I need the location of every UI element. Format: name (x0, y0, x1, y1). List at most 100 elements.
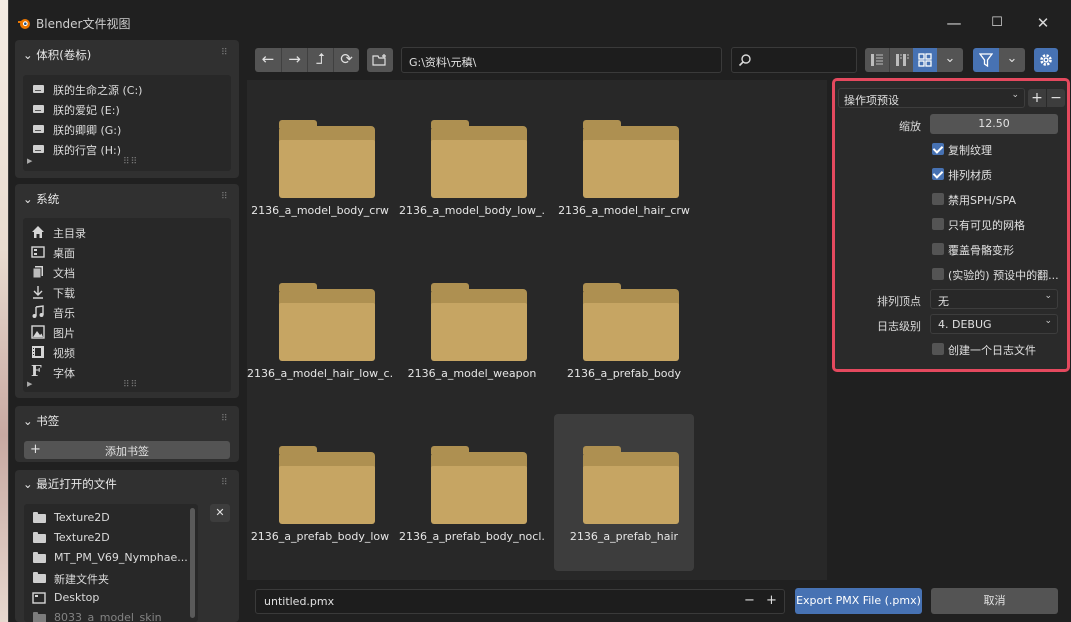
volume-item-g[interactable]: 朕的卿卿 (G:) (23, 119, 231, 139)
refresh-button[interactable]: ⟳ (333, 48, 359, 72)
panel-grip-icon[interactable]: ⠿ (221, 414, 229, 424)
options-toggle-button[interactable] (1034, 48, 1058, 72)
close-button[interactable]: ✕ (1033, 14, 1053, 32)
volume-item-e[interactable]: 朕的爱妃 (E:) (23, 99, 231, 119)
new-folder-button[interactable] (367, 48, 393, 72)
visible-meshes-only-checkbox[interactable] (932, 218, 944, 230)
chevron-down-icon: ⌄ (944, 51, 956, 66)
file-tile[interactable]: 2136_a_model_body_low_... (399, 88, 545, 245)
new-folder-icon (372, 54, 386, 66)
system-item-label: 文档 (53, 267, 75, 280)
recent-item[interactable]: Desktop (24, 588, 198, 608)
display-settings-dropdown[interactable]: ⌄ (937, 48, 963, 72)
system-header[interactable]: ⌄ 系统 (23, 191, 59, 207)
grid-icon (918, 53, 932, 67)
sort-materials-checkbox[interactable] (932, 168, 944, 180)
file-tile[interactable]: 2136_a_prefab_body_nocl... (399, 414, 545, 571)
expand-arrow-icon[interactable]: ▶ (27, 380, 32, 388)
panel-grip-icon[interactable]: ⠿ (221, 478, 229, 488)
filter-settings-dropdown[interactable]: ⌄ (999, 48, 1025, 72)
recent-scrollbar[interactable] (190, 508, 195, 618)
file-tile[interactable]: 2136_a_prefab_body (554, 251, 694, 408)
system-item-videos[interactable]: 视频 (23, 342, 231, 362)
decrement-button[interactable]: − (744, 593, 755, 608)
filename-input[interactable]: untitled.pmx − + (255, 589, 785, 614)
log-level-dropdown[interactable]: 4. DEBUG ⌄ (930, 314, 1058, 334)
remove-preset-button[interactable]: − (1047, 89, 1065, 107)
recent-header[interactable]: ⌄ 最近打开的文件 (23, 476, 117, 492)
forward-button[interactable]: → (281, 48, 307, 72)
visible-meshes-only-label[interactable]: 只有可见的网格 (948, 217, 1025, 233)
file-tile[interactable]: 2136_a_prefab_body_low (250, 414, 390, 571)
display-thumbnails-button[interactable] (913, 48, 937, 72)
file-tile[interactable]: 2136_a_model_body_crw (250, 88, 390, 245)
gear-icon (1040, 54, 1052, 66)
panel-grip-icon[interactable]: ⠿ (221, 192, 229, 202)
title-bar[interactable]: Blender文件视图 — ☐ ✕ (9, 0, 1071, 44)
display-list-vertical-button[interactable] (865, 48, 889, 72)
operator-preset-dropdown[interactable]: 操作项预设 ⌄ (838, 88, 1025, 108)
disable-sph-spa-checkbox[interactable] (932, 193, 944, 205)
create-log-file-label[interactable]: 创建一个日志文件 (948, 342, 1036, 358)
recent-item[interactable]: MT_PM_V69_Nymphae... (24, 548, 198, 568)
system-item-home[interactable]: 主目录 (23, 222, 231, 242)
recent-item-label: MT_PM_V69_Nymphae... (54, 551, 188, 564)
recent-item[interactable]: 8033_a_model_skin (24, 608, 198, 622)
recent-item[interactable]: Texture2D (24, 528, 198, 548)
expand-arrow-icon[interactable]: ▶ (27, 157, 32, 165)
create-log-file-checkbox[interactable] (932, 343, 944, 355)
plus-icon: + (1031, 90, 1043, 106)
experimental-flip-label[interactable]: (实验的) 预设中的翻... (948, 267, 1059, 283)
file-tile[interactable]: 2136_a_prefab_hair (554, 414, 694, 571)
copy-textures-label[interactable]: 复制纹理 (948, 142, 992, 158)
cancel-button[interactable]: 取消 (931, 588, 1058, 614)
add-preset-button[interactable]: + (1028, 89, 1046, 107)
system-item-desktop[interactable]: 桌面 (23, 242, 231, 262)
search-input[interactable] (731, 47, 857, 73)
overwrite-bone-morphs-label[interactable]: 覆盖骨骼变形 (948, 242, 1014, 258)
system-item-label: 图片 (53, 327, 75, 340)
system-item-documents[interactable]: 文档 (23, 262, 231, 282)
file-tile[interactable]: 2136_a_model_hair_crw (554, 88, 694, 245)
system-panel: ⌄ 系统 ⠿ 主目录 桌面 文档 下载 音乐 图片 视频 F 字体 ▶ ⠿⠿ (15, 184, 239, 398)
resize-grip-icon[interactable]: ⠿⠿ (123, 380, 138, 390)
overwrite-bone-morphs-checkbox[interactable] (932, 243, 944, 255)
file-name: 2136_a_model_hair_low_c... (247, 367, 393, 380)
recent-list: Texture2D Texture2D MT_PM_V69_Nymphae...… (24, 504, 198, 622)
volume-item-h[interactable]: 朕的行宫 (H:) (23, 139, 231, 159)
recent-item[interactable]: 新建文件夹 (24, 568, 198, 588)
panel-grip-icon[interactable]: ⠿ (221, 48, 229, 58)
file-name: 2136_a_prefab_hair (569, 530, 679, 543)
parent-directory-button[interactable]: ⮥ (307, 48, 333, 72)
desktop-icon (31, 246, 45, 258)
export-button[interactable]: Export PMX File (.pmx) (795, 588, 922, 614)
system-item-music[interactable]: 音乐 (23, 302, 231, 322)
copy-textures-checkbox[interactable] (932, 143, 944, 155)
system-item-downloads[interactable]: 下载 (23, 282, 231, 302)
system-item-fonts[interactable]: F 字体 (23, 362, 231, 382)
display-list-horizontal-button[interactable] (889, 48, 913, 72)
sort-vertices-dropdown[interactable]: 无 ⌄ (930, 289, 1058, 309)
file-tile[interactable]: 2136_a_model_hair_low_c... (247, 251, 393, 408)
filter-toggle-button[interactable] (973, 48, 999, 72)
resize-grip-icon[interactable]: ⠿⠿ (123, 157, 138, 167)
recent-item[interactable]: Texture2D (24, 508, 198, 528)
sort-materials-label[interactable]: 排列材质 (948, 167, 992, 183)
clear-recent-button[interactable]: ✕ (210, 504, 230, 522)
volume-item-c[interactable]: 朕的生命之源 (C:) (23, 79, 231, 99)
increment-button[interactable]: + (766, 593, 777, 608)
system-item-pictures[interactable]: 图片 (23, 322, 231, 342)
scale-field[interactable]: 12.50 (930, 114, 1058, 134)
path-field[interactable]: G:\资料\元稹\ (401, 47, 722, 73)
add-bookmark-button[interactable]: + 添加书签 (24, 441, 230, 459)
back-button[interactable]: ← (255, 48, 281, 72)
maximize-button[interactable]: ☐ (987, 14, 1007, 32)
volumes-header[interactable]: ⌄ 体积(卷标) (23, 47, 91, 63)
bookmarks-header[interactable]: ⌄ 书签 (23, 413, 59, 429)
recent-item-label: Texture2D (54, 511, 110, 524)
minimize-button[interactable]: — (944, 14, 964, 32)
folder-icon (32, 551, 46, 565)
disable-sph-spa-label[interactable]: 禁用SPH/SPA (948, 192, 1016, 208)
experimental-flip-checkbox[interactable] (932, 268, 944, 280)
file-tile[interactable]: 2136_a_model_weapon (402, 251, 542, 408)
